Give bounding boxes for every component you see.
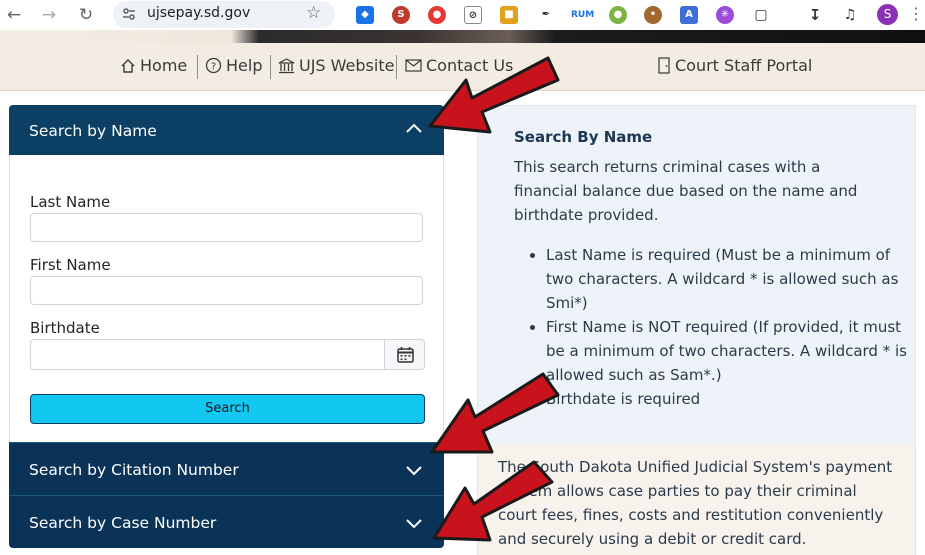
site-navbar: Home ? Help UJS Website Contact Us Court… <box>0 43 925 91</box>
extension-puzzle-green-icon[interactable]: ● <box>609 6 627 24</box>
extension-rum-icon[interactable]: RUM <box>571 6 594 24</box>
download-icon[interactable]: ↧ <box>806 6 824 24</box>
help-icon: ? <box>205 57 222 74</box>
help-intro: This search returns criminal cases with … <box>514 158 858 224</box>
search-by-citation-title: Search by Citation Number <box>29 461 239 479</box>
nav-ujs-website[interactable]: UJS Website <box>278 56 394 75</box>
extensions-icon[interactable]: ▢ <box>752 6 770 24</box>
search-by-case-header[interactable]: Search by Case Number <box>9 495 444 548</box>
birthdate-label: Birthdate <box>30 319 100 337</box>
help-bullet-first-name: First Name is NOT required (If provided,… <box>546 315 916 387</box>
nav-help-label: Help <box>226 56 263 75</box>
calendar-button[interactable] <box>384 339 425 370</box>
door-icon <box>658 57 670 74</box>
site-settings-icon[interactable] <box>122 7 136 21</box>
menu-icon[interactable]: ⋮ <box>908 4 924 23</box>
hero-banner-image <box>0 30 925 43</box>
extension-eyedropper-icon[interactable]: ✒ <box>537 6 555 24</box>
extension-pin-icon[interactable]: ● <box>428 6 446 24</box>
courthouse-icon <box>278 57 295 73</box>
search-accordion: Search by Name Last Name First Name Birt… <box>9 105 444 548</box>
search-button[interactable]: Search <box>30 394 425 424</box>
nav-help[interactable]: ? Help <box>205 56 262 75</box>
extension-eye-off-icon[interactable]: ⊘ <box>464 6 482 24</box>
extension-note-icon[interactable]: ■ <box>500 6 518 24</box>
about-payment-panel: The South Dakota Unified Judicial System… <box>477 445 916 555</box>
help-requirements-list: Last Name is required (Must be a minimum… <box>514 243 916 411</box>
last-name-field[interactable] <box>30 213 423 242</box>
extension-gear-icon[interactable]: ✳ <box>716 6 734 24</box>
nav-contact-us-label: Contact Us <box>426 56 514 75</box>
help-bullet-last-name: Last Name is required (Must be a minimum… <box>546 243 916 315</box>
help-title: Search By Name <box>514 128 653 146</box>
forward-icon[interactable]: → <box>38 4 60 26</box>
chevron-down-icon <box>406 466 422 476</box>
nav-contact-us[interactable]: Contact Us <box>405 56 513 75</box>
first-name-field[interactable] <box>30 276 423 305</box>
birthdate-group <box>30 339 425 370</box>
reload-icon[interactable]: ↻ <box>75 4 97 26</box>
about-payment-text: The South Dakota Unified Judicial System… <box>498 458 893 548</box>
nav-divider <box>396 55 397 79</box>
envelope-icon <box>405 59 422 72</box>
calendar-icon <box>397 347 414 363</box>
birthdate-field[interactable] <box>30 339 385 370</box>
nav-ujs-website-label: UJS Website <box>299 56 395 75</box>
bookmark-star-icon[interactable]: ☆ <box>306 3 321 23</box>
search-by-case-title: Search by Case Number <box>29 514 217 532</box>
svg-text:?: ? <box>211 62 216 73</box>
last-name-label: Last Name <box>30 193 111 211</box>
nav-divider <box>197 55 198 79</box>
nav-divider <box>270 55 271 79</box>
profile-avatar[interactable]: S <box>877 4 898 25</box>
help-bullet-birthdate: Birthdate is required <box>546 387 916 411</box>
search-by-name-panel: Last Name First Name Birthdate Search <box>9 155 444 442</box>
extension-cookie-icon[interactable]: • <box>644 6 662 24</box>
browser-toolbar: ← → ↻ ujsepay.sd.gov ☆ ◆ S ● ⊘ ■ ✒ RUM ●… <box>0 0 925 30</box>
nav-court-staff-portal[interactable]: Court Staff Portal <box>657 56 812 75</box>
nav-court-staff-portal-label: Court Staff Portal <box>675 56 813 75</box>
first-name-label: First Name <box>30 256 111 274</box>
media-controls-icon[interactable]: ♫ <box>841 6 859 24</box>
home-icon <box>121 58 135 73</box>
extension-tag-icon[interactable]: ◆ <box>356 6 374 24</box>
nav-home[interactable]: Home <box>120 56 187 75</box>
search-by-name-title: Search by Name <box>29 122 157 140</box>
back-icon[interactable]: ← <box>3 4 25 26</box>
search-by-name-header[interactable]: Search by Name <box>9 105 444 155</box>
extension-s-icon[interactable]: S <box>392 6 410 24</box>
chevron-up-icon <box>406 123 422 133</box>
chevron-down-icon <box>406 519 422 529</box>
url-text: ujsepay.sd.gov <box>147 5 251 21</box>
extension-a-icon[interactable]: A <box>680 6 698 24</box>
address-bar[interactable]: ujsepay.sd.gov ☆ <box>113 1 335 28</box>
search-by-citation-header[interactable]: Search by Citation Number <box>9 442 444 495</box>
help-bullet-first-name-text: First Name is NOT required (If provided,… <box>546 318 902 360</box>
search-help-panel: Search By Name This search returns crimi… <box>477 105 916 447</box>
nav-home-label: Home <box>140 56 188 75</box>
